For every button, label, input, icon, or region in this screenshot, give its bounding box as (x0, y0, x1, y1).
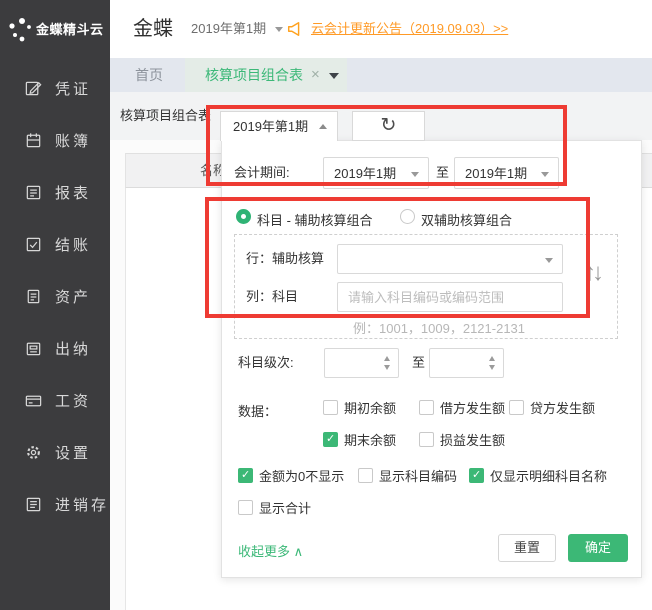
sidebar-item-ledger[interactable]: 账簿 (0, 124, 110, 156)
row-auxiliary-select[interactable] (337, 244, 563, 274)
filter-popup: 会计期间: 2019年1期 至 2019年1期 科目 - 辅助核算组合 双辅助核… (221, 140, 642, 578)
sidebar-item-label: 设置 (55, 442, 91, 463)
period-label: 会计期间: (234, 157, 290, 189)
ledger-icon (24, 131, 43, 150)
level-to-label: 至 (412, 348, 425, 378)
chevron-down-icon (411, 172, 419, 177)
checkbox-icon (238, 468, 253, 483)
data-label: 数据： (238, 401, 277, 420)
horn-icon (286, 20, 304, 38)
voucher-icon (24, 79, 43, 98)
stepper-down-icon[interactable] (489, 365, 495, 370)
sidebar-item-label: 进销存 (55, 494, 109, 515)
tab-dropdown-icon[interactable] (329, 73, 339, 79)
sidebar-item-inventory[interactable]: 进销存 (0, 488, 110, 520)
level-from-stepper[interactable] (324, 348, 399, 378)
stepper-up-icon[interactable] (384, 356, 390, 361)
top-header: 金蝶 2019年第1期 云会计更新公告（2019.09.03）>> (110, 0, 652, 58)
radio-subject-auxiliary-label: 科目 - 辅助核算组合 (257, 210, 373, 229)
refresh-button[interactable]: ↻ (352, 111, 425, 141)
content-area: 核算项目组合表 2019年第1期 ↻ 名称 会计期间: 2019年1期 至 20… (110, 92, 652, 610)
checkbox-icon (323, 400, 338, 415)
checkbox-icon (238, 500, 253, 515)
asset-icon (24, 287, 43, 306)
checkbox-opening-balance[interactable]: 期初余额 (323, 399, 396, 415)
announcement-link[interactable]: 云会计更新公告（2019.09.03）>> (311, 0, 508, 58)
stepper-down-icon[interactable] (384, 365, 390, 370)
tab-active[interactable]: 核算项目组合表 × (185, 58, 347, 92)
sidebar-item-settings[interactable]: 设置 (0, 436, 110, 468)
subject-code-input[interactable] (337, 282, 563, 312)
chevron-up-icon (319, 124, 327, 129)
checkbox-show-subject-code[interactable]: 显示科目编码 (358, 467, 457, 483)
radio-double-auxiliary[interactable] (400, 209, 415, 224)
swap-rows-columns-icon[interactable]: ↑↓ (584, 259, 600, 287)
col-label: 列：科目 (246, 282, 298, 312)
tab-bar: 首页 核算项目组合表 × (110, 58, 652, 92)
sidebar-item-label: 资产 (55, 286, 91, 307)
app-window: 金蝶精斗云 凭证 账簿 报表 结账 资产 出纳 工资 (0, 0, 652, 610)
confirm-button[interactable]: 确定 (568, 534, 628, 562)
chevron-down-icon (541, 172, 549, 177)
sidebar-item-label: 账簿 (55, 130, 91, 151)
cashier-icon (24, 339, 43, 358)
checkbox-profit-loss-amount[interactable]: 损益发生额 (419, 431, 505, 447)
radio-double-auxiliary-label: 双辅助核算组合 (421, 210, 512, 229)
page-title: 核算项目组合表 (120, 92, 211, 140)
closing-icon (24, 235, 43, 254)
report-icon (24, 183, 43, 202)
checkbox-icon (509, 400, 524, 415)
checkbox-debit-amount[interactable]: 借方发生额 (419, 399, 505, 415)
checkbox-icon (419, 400, 434, 415)
row-label: 行：辅助核算 (246, 244, 324, 274)
logo[interactable]: 金蝶精斗云 (0, 0, 110, 60)
sidebar-item-payroll[interactable]: 工资 (0, 384, 110, 416)
to-label: 至 (436, 157, 449, 189)
tab-home[interactable]: 首页 (135, 58, 163, 92)
sidebar-item-label: 工资 (55, 390, 91, 411)
checkbox-ending-balance[interactable]: 期末余额 (323, 431, 396, 447)
logo-dots-icon (7, 16, 35, 44)
chevron-down-icon (275, 27, 283, 32)
logo-text: 金蝶精斗云 (36, 0, 104, 60)
period-to-select[interactable]: 2019年1期 (454, 157, 559, 189)
settings-icon (24, 443, 43, 462)
checkbox-icon (469, 468, 484, 483)
header-period-selector[interactable]: 2019年第1期 (191, 0, 283, 58)
sidebar-item-closing[interactable]: 结账 (0, 228, 110, 260)
sidebar-item-report[interactable]: 报表 (0, 176, 110, 208)
sidebar-item-label: 凭证 (55, 78, 91, 99)
stepper-up-icon[interactable] (489, 356, 495, 361)
period-from-select[interactable]: 2019年1期 (323, 157, 429, 189)
payroll-icon (24, 391, 43, 410)
report-period-dropdown[interactable]: 2019年第1期 (220, 111, 338, 141)
sidebar-item-label: 结账 (55, 234, 91, 255)
tab-close-icon[interactable]: × (311, 58, 320, 92)
reset-button[interactable]: 重置 (498, 534, 556, 562)
sidebar: 金蝶精斗云 凭证 账簿 报表 结账 资产 出纳 工资 (0, 0, 110, 610)
sidebar-item-label: 出纳 (55, 338, 91, 359)
radio-subject-auxiliary[interactable] (236, 209, 251, 224)
level-label: 科目级次: (238, 348, 294, 378)
checkbox-hide-zero-amount[interactable]: 金额为0不显示 (238, 467, 344, 483)
level-to-stepper[interactable] (429, 348, 504, 378)
chevron-down-icon (545, 258, 553, 263)
checkbox-credit-amount[interactable]: 贷方发生额 (509, 399, 595, 415)
company-name: 金蝶 (133, 0, 173, 58)
sidebar-item-voucher[interactable]: 凭证 (0, 72, 110, 104)
example-hint: 例：1001，1009，2121-2131 (353, 318, 525, 337)
collapse-more-link[interactable]: 收起更多 ∧ (238, 541, 303, 560)
checkbox-show-total[interactable]: 显示合计 (238, 499, 311, 515)
tab-active-label: 核算项目组合表 (205, 58, 303, 92)
sidebar-item-cashier[interactable]: 出纳 (0, 332, 110, 364)
sidebar-item-asset[interactable]: 资产 (0, 280, 110, 312)
checkbox-icon (419, 432, 434, 447)
checkbox-show-detail-names-only[interactable]: 仅显示明细科目名称 (469, 467, 607, 483)
checkbox-icon (358, 468, 373, 483)
inventory-icon (24, 495, 43, 514)
sidebar-item-label: 报表 (55, 182, 91, 203)
checkbox-icon (323, 432, 338, 447)
